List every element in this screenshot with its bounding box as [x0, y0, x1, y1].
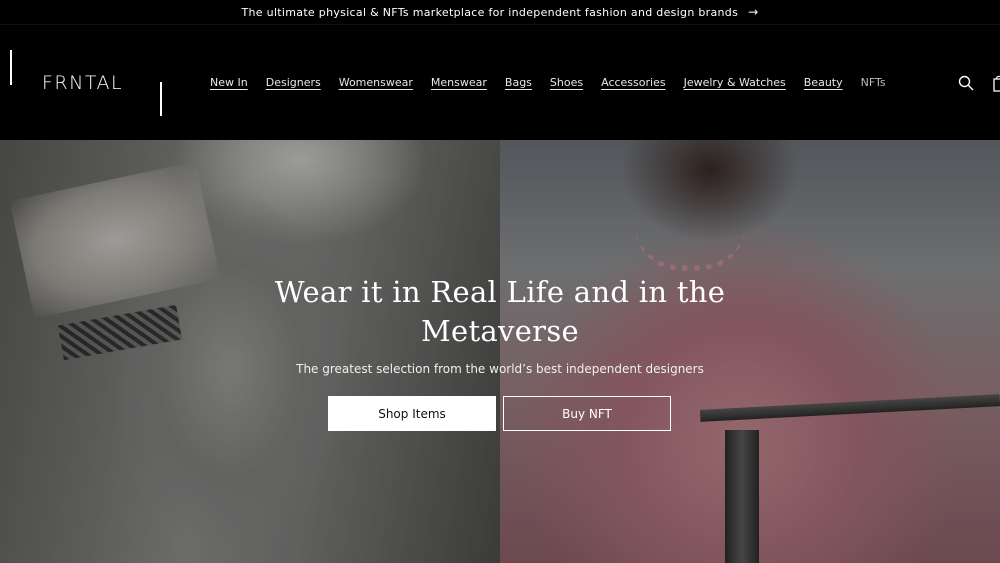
hero-content: Wear it in Real Life and in the Metavers…: [0, 140, 1000, 563]
nav-item-bags[interactable]: Bags: [505, 76, 532, 89]
search-icon[interactable]: [958, 75, 974, 91]
announcement-text[interactable]: The ultimate physical & NFTs marketplace…: [242, 6, 739, 19]
nav-item-new-in[interactable]: New In: [210, 76, 248, 89]
nav-item-beauty[interactable]: Beauty: [804, 76, 843, 89]
nav-item-menswear[interactable]: Menswear: [431, 76, 487, 89]
announcement-bar[interactable]: The ultimate physical & NFTs marketplace…: [0, 0, 1000, 25]
main-nav: New In Designers Womenswear Menswear Bag…: [210, 76, 904, 89]
hero-title: Wear it in Real Life and in the Metavers…: [274, 275, 726, 348]
nav-item-womenswear[interactable]: Womenswear: [339, 76, 413, 89]
decorative-bar-left: [10, 50, 12, 85]
nav-item-jewelry-watches[interactable]: Jewelry & Watches: [684, 76, 786, 89]
nav-item-nfts[interactable]: NFTs: [861, 76, 886, 89]
nav-item-accessories[interactable]: Accessories: [601, 76, 665, 89]
nav-item-shoes[interactable]: Shoes: [550, 76, 583, 89]
buy-nft-button[interactable]: Buy NFT: [503, 396, 671, 431]
hero-banner: Wear it in Real Life and in the Metavers…: [0, 140, 1000, 563]
hero-subtitle: The greatest selection from the world’s …: [296, 362, 704, 376]
arrow-right-icon[interactable]: →: [748, 5, 758, 19]
nav-item-designers[interactable]: Designers: [266, 76, 321, 89]
shop-items-button[interactable]: Shop Items: [328, 396, 496, 431]
site-header: FRNTAL New In Designers Womenswear Mensw…: [0, 26, 1000, 140]
site-logo[interactable]: FRNTAL: [42, 72, 123, 94]
cart-icon[interactable]: [992, 74, 1000, 92]
decorative-bar-right: [160, 82, 162, 116]
